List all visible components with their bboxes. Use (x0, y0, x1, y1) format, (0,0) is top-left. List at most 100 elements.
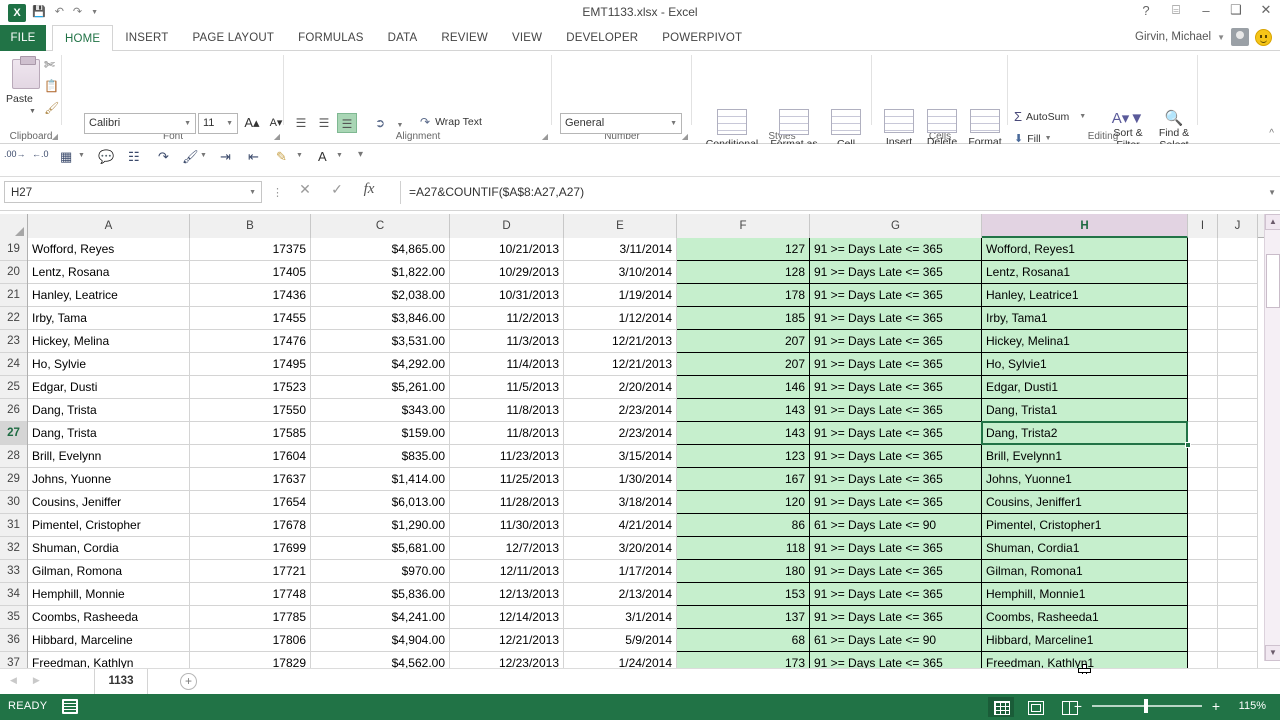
cell-A22[interactable]: Irby, Tama (28, 307, 190, 330)
cell-C36[interactable]: $4,904.00 (311, 629, 450, 652)
decrease-indent-icon[interactable]: ⇤ (248, 149, 259, 165)
cell-F35[interactable]: 137 (677, 606, 810, 629)
cell-D32[interactable]: 12/7/2013 (450, 537, 564, 560)
expand-formula-bar-icon[interactable]: ▼ (1268, 188, 1276, 197)
cell-F28[interactable]: 123 (677, 445, 810, 468)
scroll-down-arrow-icon[interactable]: ▼ (1265, 645, 1280, 661)
cell-A21[interactable]: Hanley, Leatrice (28, 284, 190, 307)
cell-B36[interactable]: 17806 (190, 629, 311, 652)
cell-J19[interactable] (1218, 238, 1258, 261)
cell-C28[interactable]: $835.00 (311, 445, 450, 468)
insert-function-icon[interactable]: fx (360, 181, 378, 198)
font-name-input[interactable]: Calibri ▼ (84, 113, 196, 134)
cell-D29[interactable]: 11/25/2013 (450, 468, 564, 491)
format-painter2-icon[interactable]: 🖌 (182, 149, 199, 165)
cell-G36[interactable]: 61 >= Days Late <= 90 (810, 629, 982, 652)
cell-F20[interactable]: 128 (677, 261, 810, 284)
cell-H27[interactable]: Dang, Trista2 (982, 422, 1188, 445)
cell-F23[interactable]: 207 (677, 330, 810, 353)
insert-cells-icon[interactable]: ▦ (60, 149, 72, 165)
cell-D31[interactable]: 11/30/2013 (450, 514, 564, 537)
row-header-27[interactable]: 27 (0, 422, 27, 445)
cell-A29[interactable]: Johns, Yuonne (28, 468, 190, 491)
row-header-34[interactable]: 34 (0, 583, 27, 606)
decrease-decimal-icon[interactable]: ←.0 (32, 149, 49, 159)
more-icon[interactable]: ▾ (358, 149, 363, 160)
cell-G27[interactable]: 91 >= Days Late <= 365 (810, 422, 982, 445)
cell-A23[interactable]: Hickey, Melina (28, 330, 190, 353)
row-header-32[interactable]: 32 (0, 537, 27, 560)
cell-C23[interactable]: $3,531.00 (311, 330, 450, 353)
column-header-e[interactable]: E (564, 214, 677, 238)
cell-A24[interactable]: Ho, Sylvie (28, 353, 190, 376)
chevron-down-icon[interactable]: ▼ (1217, 33, 1225, 42)
cell-E25[interactable]: 2/20/2014 (564, 376, 677, 399)
format-painter-icon[interactable]: 🖌 (44, 101, 59, 115)
cell-B21[interactable]: 17436 (190, 284, 311, 307)
cell-A28[interactable]: Brill, Evelynn (28, 445, 190, 468)
clipboard-dialog-launcher[interactable]: ◢ (52, 132, 58, 141)
cell-B31[interactable]: 17678 (190, 514, 311, 537)
cell-C25[interactable]: $5,261.00 (311, 376, 450, 399)
formula-input[interactable]: =A27&COUNTIF($A$8:A27,A27) (400, 181, 1266, 204)
cell-A27[interactable]: Dang, Trista (28, 422, 190, 445)
cell-H33[interactable]: Gilman, Romona1 (982, 560, 1188, 583)
cell-I27[interactable] (1188, 422, 1218, 445)
number-dialog-launcher[interactable]: ◢ (682, 132, 688, 141)
cell-I28[interactable] (1188, 445, 1218, 468)
cell-J26[interactable] (1218, 399, 1258, 422)
align-middle-button[interactable]: ☰ (314, 113, 334, 133)
zoom-control[interactable]: − + 115% (1072, 698, 1266, 714)
cell-J27[interactable] (1218, 422, 1258, 445)
cell-G32[interactable]: 91 >= Days Late <= 365 (810, 537, 982, 560)
cell-C24[interactable]: $4,292.00 (311, 353, 450, 376)
cell-C21[interactable]: $2,038.00 (311, 284, 450, 307)
cell-E28[interactable]: 3/15/2014 (564, 445, 677, 468)
column-header-c[interactable]: C (311, 214, 450, 238)
cell-D23[interactable]: 11/3/2013 (450, 330, 564, 353)
cell-H24[interactable]: Ho, Sylvie1 (982, 353, 1188, 376)
cell-G24[interactable]: 91 >= Days Late <= 365 (810, 353, 982, 376)
cell-H29[interactable]: Johns, Yuonne1 (982, 468, 1188, 491)
row-header-25[interactable]: 25 (0, 376, 27, 399)
column-header-g[interactable]: G (810, 214, 982, 238)
wrap-text-icon[interactable]: ↷ (158, 149, 169, 165)
cell-G29[interactable]: 91 >= Days Late <= 365 (810, 468, 982, 491)
row-header-19[interactable]: 19 (0, 238, 27, 261)
cell-G22[interactable]: 91 >= Days Late <= 365 (810, 307, 982, 330)
cell-G20[interactable]: 91 >= Days Late <= 365 (810, 261, 982, 284)
cell-H34[interactable]: Hemphill, Monnie1 (982, 583, 1188, 606)
cell-J23[interactable] (1218, 330, 1258, 353)
increase-decimal-icon[interactable]: .00→ (4, 149, 26, 159)
cell-J36[interactable] (1218, 629, 1258, 652)
tab-developer[interactable]: DEVELOPER (554, 25, 650, 51)
vertical-scroll-thumb[interactable] (1266, 254, 1280, 308)
name-box[interactable]: H27 ▼ (4, 181, 262, 203)
orientation-dropdown-icon[interactable]: ▼ (390, 116, 410, 136)
cell-E19[interactable]: 3/11/2014 (564, 238, 677, 261)
row-header-21[interactable]: 21 (0, 284, 27, 307)
cell-H22[interactable]: Irby, Tama1 (982, 307, 1188, 330)
row-header-36[interactable]: 36 (0, 629, 27, 652)
cell-F22[interactable]: 185 (677, 307, 810, 330)
cell-A19[interactable]: Wofford, Reyes (28, 238, 190, 261)
tab-file[interactable]: FILE (0, 25, 46, 51)
cell-A33[interactable]: Gilman, Romona (28, 560, 190, 583)
align-bottom-button[interactable]: ☰ (337, 113, 357, 133)
cell-A31[interactable]: Pimentel, Cristopher (28, 514, 190, 537)
sheet-tab-1133[interactable]: 1133 (94, 669, 148, 695)
cell-H21[interactable]: Hanley, Leatrice1 (982, 284, 1188, 307)
cell-C19[interactable]: $4,865.00 (311, 238, 450, 261)
paste-icon[interactable] (12, 59, 40, 89)
cell-C20[interactable]: $1,822.00 (311, 261, 450, 284)
cell-I33[interactable] (1188, 560, 1218, 583)
row-header-35[interactable]: 35 (0, 606, 27, 629)
cell-J25[interactable] (1218, 376, 1258, 399)
cell-H32[interactable]: Shuman, Cordia1 (982, 537, 1188, 560)
cell-I30[interactable] (1188, 491, 1218, 514)
cell-C34[interactable]: $5,836.00 (311, 583, 450, 606)
cell-E21[interactable]: 1/19/2014 (564, 284, 677, 307)
row-header-28[interactable]: 28 (0, 445, 27, 468)
cell-F31[interactable]: 86 (677, 514, 810, 537)
cell-F26[interactable]: 143 (677, 399, 810, 422)
